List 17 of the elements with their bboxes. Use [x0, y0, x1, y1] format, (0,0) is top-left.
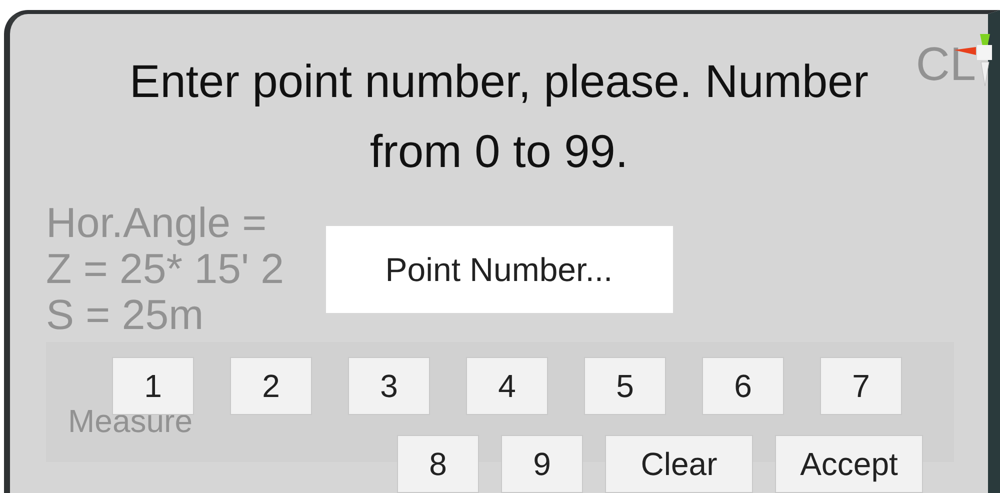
keypad-button[interactable]: 2	[230, 357, 312, 415]
keypad-button[interactable]: 8	[397, 435, 479, 493]
faded-reading: Z = 25* 15' 2	[46, 246, 284, 292]
faded-reading: Hor.Angle =	[46, 200, 267, 246]
keypad-button[interactable]: 3	[348, 357, 430, 415]
keypad-button[interactable]: 9	[501, 435, 583, 493]
keypad-button[interactable]: 7	[820, 357, 902, 415]
faded-label: CL	[916, 36, 976, 91]
prompt-text: Enter point number, please. Number from 0 to 99.	[128, 54, 870, 179]
keypad-button[interactable]: 4	[466, 357, 548, 415]
faded-reading: S = 25m	[46, 292, 204, 338]
keypad-button[interactable]: 1	[112, 357, 194, 415]
keypad-button[interactable]: Clear	[605, 435, 753, 493]
point-number-field[interactable]: Point Number...	[326, 226, 672, 313]
keypad-button[interactable]: Accept	[775, 435, 923, 493]
keypad-button[interactable]: 6	[702, 357, 784, 415]
keypad-button[interactable]: 5	[584, 357, 666, 415]
